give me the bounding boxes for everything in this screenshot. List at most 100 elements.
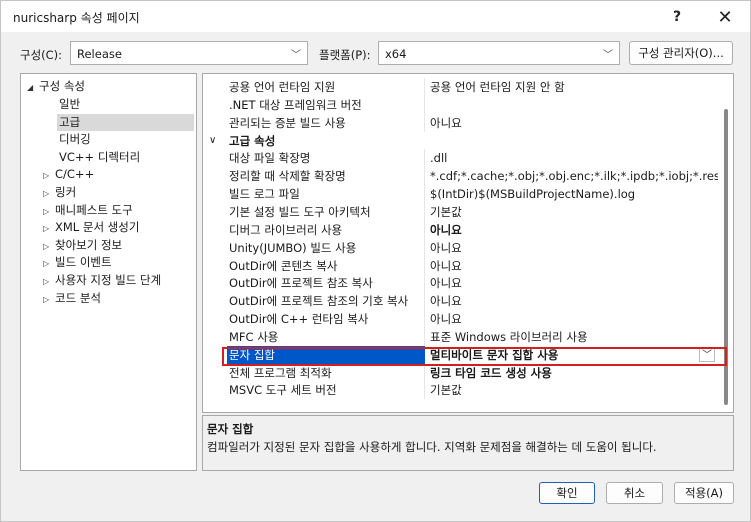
property-name: 디버그 라이브러리 사용: [227, 220, 425, 239]
property-name: 정리할 때 삭제할 확장명: [227, 167, 425, 186]
tree-item-label: 사용자 지정 빌드 단계: [55, 273, 162, 287]
property-grid[interactable]: 공용 언어 런타임 지원 공용 언어 런타임 지원 안 함 .NET 대상 프레임워…: [202, 73, 734, 413]
tree-item-label: 링커: [55, 185, 77, 199]
property-value[interactable]: 아니요: [427, 221, 718, 239]
configuration-manager-button[interactable]: 구성 관리자(O)...: [629, 41, 733, 65]
property-value[interactable]: 아니요: [427, 274, 718, 292]
property-value[interactable]: *.cdf;*.cache;*.obj;*.obj.enc;*.ilk;*.ip…: [427, 167, 718, 185]
property-value[interactable]: 아니요: [427, 292, 718, 310]
tree-item-label: 고급: [59, 114, 81, 129]
tree-item[interactable]: 디버깅: [59, 131, 91, 148]
platform-value: x64: [385, 47, 407, 61]
property-row[interactable]: .NET 대상 프레임워크 버전: [203, 95, 718, 114]
tree-item[interactable]: ▷ C/C++: [43, 166, 94, 183]
tree-item[interactable]: ▷ 코드 분석: [43, 290, 101, 307]
property-row[interactable]: 기본 설정 빌드 도구 아키텍처 기본값: [203, 202, 718, 221]
description-title: 문자 집합: [207, 422, 254, 436]
triangle-right-icon: ▷: [43, 294, 50, 304]
description-panel: 문자 집합 컴파일러가 지정된 문자 집합을 사용하게 합니다. 지역화 문제점…: [202, 415, 734, 471]
help-button[interactable]: ?: [657, 3, 697, 31]
configuration-select[interactable]: Release ﹀: [70, 41, 308, 65]
property-name: Unity(JUMBO) 빌드 사용: [227, 238, 425, 257]
property-value[interactable]: [427, 96, 718, 114]
tree-item[interactable]: VC++ 디렉터리: [59, 149, 140, 166]
property-row[interactable]: 공용 언어 런타임 지원 공용 언어 런타임 지원 안 함: [203, 78, 718, 96]
description-text: 컴파일러가 지정된 문자 집합을 사용하게 합니다. 지역화 문제점을 해결하는…: [207, 440, 657, 454]
property-value[interactable]: 아니요: [427, 114, 718, 132]
tree-item-label: 찾아보기 정보: [55, 237, 123, 252]
property-value[interactable]: $(IntDir)$(MSBuildProjectName).log: [427, 185, 718, 203]
property-name: OutDir에 프로젝트 참조의 기호 복사: [227, 292, 425, 311]
property-name: MSVC 도구 세트 버전: [227, 381, 425, 400]
property-name: 관리되는 증분 빌드 사용: [227, 113, 425, 132]
property-pages-window: nuricsharp 속성 페이지 ? ✕ 구성(C): Release ﹀ 플…: [0, 0, 751, 522]
property-value[interactable]: 공용 언어 런타임 지원 안 함: [427, 78, 718, 96]
property-category[interactable]: ∨ 고급 속성: [203, 132, 718, 150]
property-row[interactable]: OutDir에 콘텐츠 복사 아니요: [203, 256, 718, 275]
tree-item[interactable]: 일반: [59, 96, 80, 113]
tree-item[interactable]: ▷ 사용자 지정 빌드 단계: [43, 272, 161, 289]
tree-item[interactable]: ▷ 매니페스트 도구: [43, 202, 133, 219]
property-value[interactable]: 표준 Windows 라이브러리 사용: [427, 328, 718, 346]
property-value[interactable]: 링크 타임 코드 생성 사용: [427, 364, 718, 382]
tree-root-configuration-properties[interactable]: ◢ 구성 속성: [27, 78, 85, 95]
property-tree[interactable]: ◢ 구성 속성 일반 고급 디버깅 VC++ 디렉터리 ▷ C/C++ ▷ 링커 ▷ 매니페스트 도…: [20, 73, 197, 471]
tree-item-label: XML 문서 생성기: [55, 220, 140, 235]
property-name: OutDir에 프로젝트 참조 복사: [227, 274, 425, 293]
tree-item[interactable]: ▷ 링커: [43, 184, 76, 201]
cancel-button[interactable]: 취소: [606, 482, 663, 504]
tree-item-label: 코드 분석: [55, 290, 101, 305]
triangle-right-icon: ▷: [43, 189, 50, 198]
property-row[interactable]: OutDir에 C++ 런타임 복사 아니요: [203, 310, 718, 329]
property-name: 전체 프로그램 최적화: [227, 363, 425, 382]
tree-item[interactable]: ▷ 빌드 이벤트: [43, 254, 112, 271]
tree-item[interactable]: 고급: [57, 113, 194, 131]
chevron-down-icon[interactable]: ∨: [209, 132, 216, 150]
close-button[interactable]: ✕: [705, 3, 745, 31]
tree-item-label: 디버깅: [59, 132, 91, 147]
property-name: 빌드 로그 파일: [227, 185, 425, 204]
property-value[interactable]: 기본값: [427, 381, 718, 399]
ok-button[interactable]: 확인: [539, 482, 595, 504]
highlight-box: [222, 347, 727, 366]
triangle-right-icon: ▷: [43, 224, 50, 234]
property-row[interactable]: 정리할 때 삭제할 확장명 *.cdf;*.cache;*.obj;*.obj.e…: [203, 167, 718, 186]
tree-item-label: 매니페스트 도구: [55, 202, 133, 217]
property-row[interactable]: OutDir에 프로젝트 참조의 기호 복사 아니요: [203, 292, 718, 311]
tree-item-label: 구성 속성: [39, 79, 85, 93]
property-value[interactable]: 아니요: [427, 257, 718, 275]
triangle-right-icon: ▷: [43, 277, 50, 286]
tree-item-label: VC++ 디렉터리: [59, 149, 141, 164]
chevron-down-icon: ﹀: [603, 50, 613, 61]
property-row[interactable]: MSVC 도구 세트 버전 기본값: [203, 381, 718, 400]
property-value[interactable]: 기본값: [427, 203, 718, 221]
tree-item-label: 일반: [59, 97, 81, 111]
property-row[interactable]: 대상 파일 확장명 .dll: [203, 149, 718, 168]
property-value[interactable]: 아니요: [427, 310, 718, 328]
property-name: 기본 설정 빌드 도구 아키텍처: [227, 202, 425, 221]
property-row[interactable]: OutDir에 프로젝트 참조 복사 아니요: [203, 274, 718, 293]
property-row[interactable]: 전체 프로그램 최적화 링크 타임 코드 생성 사용: [203, 363, 718, 382]
apply-button[interactable]: 적용(A): [674, 482, 734, 504]
triangle-right-icon: ▷: [43, 171, 50, 181]
property-name: 대상 파일 확장명: [227, 149, 425, 168]
triangle-right-icon: ▷: [43, 241, 50, 251]
configuration-value: Release: [77, 47, 122, 61]
property-name: OutDir에 C++ 런타임 복사: [227, 310, 425, 329]
property-name: OutDir에 콘텐츠 복사: [227, 256, 425, 275]
property-row[interactable]: 빌드 로그 파일 $(IntDir)$(MSBuildProjectName).l…: [203, 185, 718, 204]
tree-item[interactable]: ▷ XML 문서 생성기: [43, 219, 139, 236]
property-value[interactable]: .dll: [427, 149, 718, 167]
property-row[interactable]: MFC 사용 표준 Windows 라이브러리 사용: [203, 327, 718, 346]
platform-select[interactable]: x64 ﹀: [378, 41, 620, 65]
property-row[interactable]: 관리되는 증분 빌드 사용 아니요: [203, 113, 718, 132]
tree-item[interactable]: ▷ 찾아보기 정보: [43, 237, 122, 254]
property-value[interactable]: 아니요: [427, 239, 718, 257]
property-row[interactable]: 디버그 라이브러리 사용 아니요: [203, 220, 718, 239]
property-name: 공용 언어 런타임 지원: [227, 78, 425, 96]
property-row[interactable]: Unity(JUMBO) 빌드 사용 아니요: [203, 238, 718, 257]
triangle-right-icon: ▷: [43, 206, 50, 216]
property-name: MFC 사용: [227, 327, 425, 346]
property-name: 고급 속성: [229, 133, 276, 148]
triangle-down-icon: ◢: [27, 83, 34, 92]
